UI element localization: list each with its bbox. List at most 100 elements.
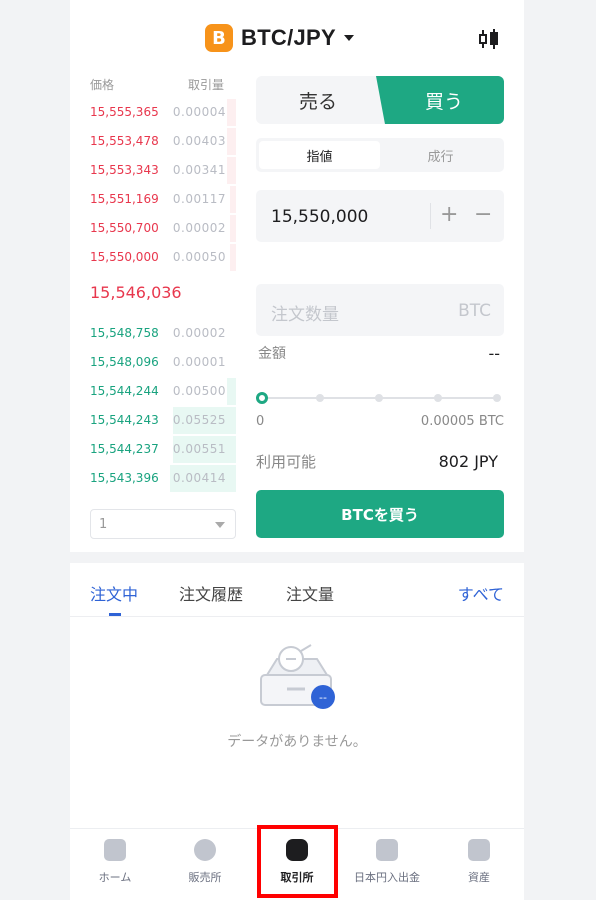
market-order-tab[interactable]: 成行 <box>380 141 501 169</box>
active-tab-indicator <box>109 613 121 616</box>
bid-row[interactable]: 15,543,396 0.00414 <box>90 463 236 492</box>
nav-exchange-label: 取引所 <box>280 871 314 884</box>
tab-open-orders[interactable]: 注文中 <box>90 581 138 605</box>
quantity-input[interactable]: 注文数量 BTC <box>256 284 504 336</box>
ask-row[interactable]: 15,550,700 0.00002 <box>90 213 236 242</box>
nav-jpy-deposit-withdraw[interactable]: 日本円入出金 <box>342 829 432 900</box>
sell-tab[interactable]: 売る <box>256 76 380 124</box>
ask-price: 15,553,478 <box>90 134 159 148</box>
ask-price: 15,553,343 <box>90 163 159 177</box>
header: B BTC/JPY <box>70 0 524 70</box>
minus-button[interactable]: − <box>474 202 492 227</box>
bid-row[interactable]: 15,544,244 0.00500 <box>90 376 236 405</box>
plus-button[interactable]: + <box>440 202 458 227</box>
price-input[interactable]: 15,550,000 + − <box>256 190 504 242</box>
slider-step[interactable] <box>434 394 442 402</box>
amount-value: -- <box>488 344 500 363</box>
side-toggle: 売る 買う <box>256 76 504 124</box>
ask-row[interactable]: 15,553,343 0.00341 <box>90 155 236 184</box>
nav-assets-label: 資産 <box>468 871 490 884</box>
bid-price: 15,543,396 <box>90 471 159 485</box>
wallet-icon <box>468 839 490 861</box>
buy-tab-label: 買う <box>424 90 463 113</box>
ask-price: 15,550,700 <box>90 221 159 235</box>
bid-price: 15,548,096 <box>90 355 159 369</box>
orders-tabs: 注文中 注文履歴 注文量 すべて <box>70 563 524 617</box>
ask-qty: 0.00002 <box>172 221 226 235</box>
bottom-nav: ホーム 販売所 取引所 日本円入出金 資産 <box>70 828 524 900</box>
nav-sales-office[interactable]: 販売所 <box>160 829 250 900</box>
bid-price: 15,544,237 <box>90 442 159 456</box>
nav-jpy-label: 日本円入出金 <box>354 871 420 884</box>
order-type-toggle: 指値 成行 <box>256 138 504 172</box>
bid-row[interactable]: 15,544,243 0.05525 <box>90 405 236 434</box>
see-all-link[interactable]: すべて <box>458 581 504 605</box>
orderbook-qty-header: 取引量 <box>188 78 225 92</box>
depth-bar <box>227 99 236 126</box>
ask-price: 15,550,000 <box>90 250 159 264</box>
bid-qty: 0.00414 <box>172 471 226 485</box>
depth-bar <box>227 378 236 405</box>
bid-row[interactable]: 15,548,096 0.00001 <box>90 347 236 376</box>
buy-tab[interactable]: 買う <box>376 76 504 124</box>
ask-qty: 0.00117 <box>172 192 226 206</box>
empty-inbox-icon: -- <box>260 644 335 709</box>
depth-select[interactable]: 1 <box>90 509 236 539</box>
slider-knob[interactable] <box>256 392 268 404</box>
nav-home[interactable]: ホーム <box>70 829 160 900</box>
bitcoin-logo-icon: B <box>205 24 233 52</box>
ask-row[interactable]: 15,553,478 0.00403 <box>90 126 236 155</box>
orders-panel: 注文中 注文履歴 注文量 すべて -- データがありません。 <box>70 563 524 828</box>
available-value: 802 JPY <box>438 452 498 471</box>
price-value: 15,550,000 <box>271 207 369 227</box>
nav-sales-office-label: 販売所 <box>188 871 222 884</box>
amount-label: 金額 <box>258 346 286 362</box>
divider <box>430 203 431 229</box>
bid-qty: 0.05525 <box>172 413 226 427</box>
nav-exchange[interactable]: 取引所 <box>252 829 342 900</box>
ask-qty: 0.00050 <box>172 250 226 264</box>
empty-badge-text: -- <box>319 691 327 704</box>
ask-qty: 0.00403 <box>172 134 226 148</box>
available-label: 利用可能 <box>256 453 317 471</box>
bid-row[interactable]: 15,548,758 0.00002 <box>90 318 236 347</box>
last-price: 15,546,036 <box>90 283 182 302</box>
candlestick-chart-icon[interactable] <box>478 28 500 50</box>
bid-price: 15,548,758 <box>90 326 159 340</box>
deposit-withdraw-icon <box>376 839 398 861</box>
bid-row[interactable]: 15,544,237 0.00551 <box>90 434 236 463</box>
sell-tab-label: 売る <box>298 90 337 113</box>
orderbook-price-header: 価格 <box>90 78 115 92</box>
slider-max-label: 0.00005 BTC <box>420 414 504 429</box>
nav-assets[interactable]: 資産 <box>434 829 524 900</box>
tab-order-volume[interactable]: 注文量 <box>286 581 334 605</box>
nav-home-label: ホーム <box>98 871 132 884</box>
depth-bar <box>227 157 236 184</box>
buy-btc-button[interactable]: BTCを買う <box>256 490 504 538</box>
bid-qty: 0.00001 <box>172 355 226 369</box>
slider-step[interactable] <box>493 394 501 402</box>
quantity-placeholder: 注文数量 <box>271 305 339 325</box>
coin-stack-icon <box>286 839 308 861</box>
slider-step[interactable] <box>375 394 383 402</box>
slider-step[interactable] <box>316 394 324 402</box>
depth-bar <box>230 244 236 271</box>
bid-price: 15,544,243 <box>90 413 159 427</box>
trade-panel: B BTC/JPY 価格 取引量 15,555,365 0.00004 15,553… <box>70 0 524 552</box>
ask-price: 15,551,169 <box>90 192 159 206</box>
limit-order-tab[interactable]: 指値 <box>259 141 380 169</box>
exchange-wave-icon <box>194 839 216 861</box>
ask-row[interactable]: 15,555,365 0.00004 <box>90 97 236 126</box>
tab-order-history[interactable]: 注文履歴 <box>179 581 243 605</box>
dropdown-arrow-icon <box>215 522 225 528</box>
ask-row[interactable]: 15,551,169 0.00117 <box>90 184 236 213</box>
amount-slider[interactable] <box>256 390 504 406</box>
bid-qty: 0.00500 <box>172 384 226 398</box>
caret-down-icon <box>344 35 355 41</box>
depth-bar <box>230 186 236 213</box>
ask-price: 15,555,365 <box>90 105 159 119</box>
bid-price: 15,544,244 <box>90 384 159 398</box>
pair-selector[interactable]: B BTC/JPY <box>205 22 355 54</box>
ask-row[interactable]: 15,550,000 0.00050 <box>90 242 236 271</box>
depth-select-value: 1 <box>99 517 108 532</box>
